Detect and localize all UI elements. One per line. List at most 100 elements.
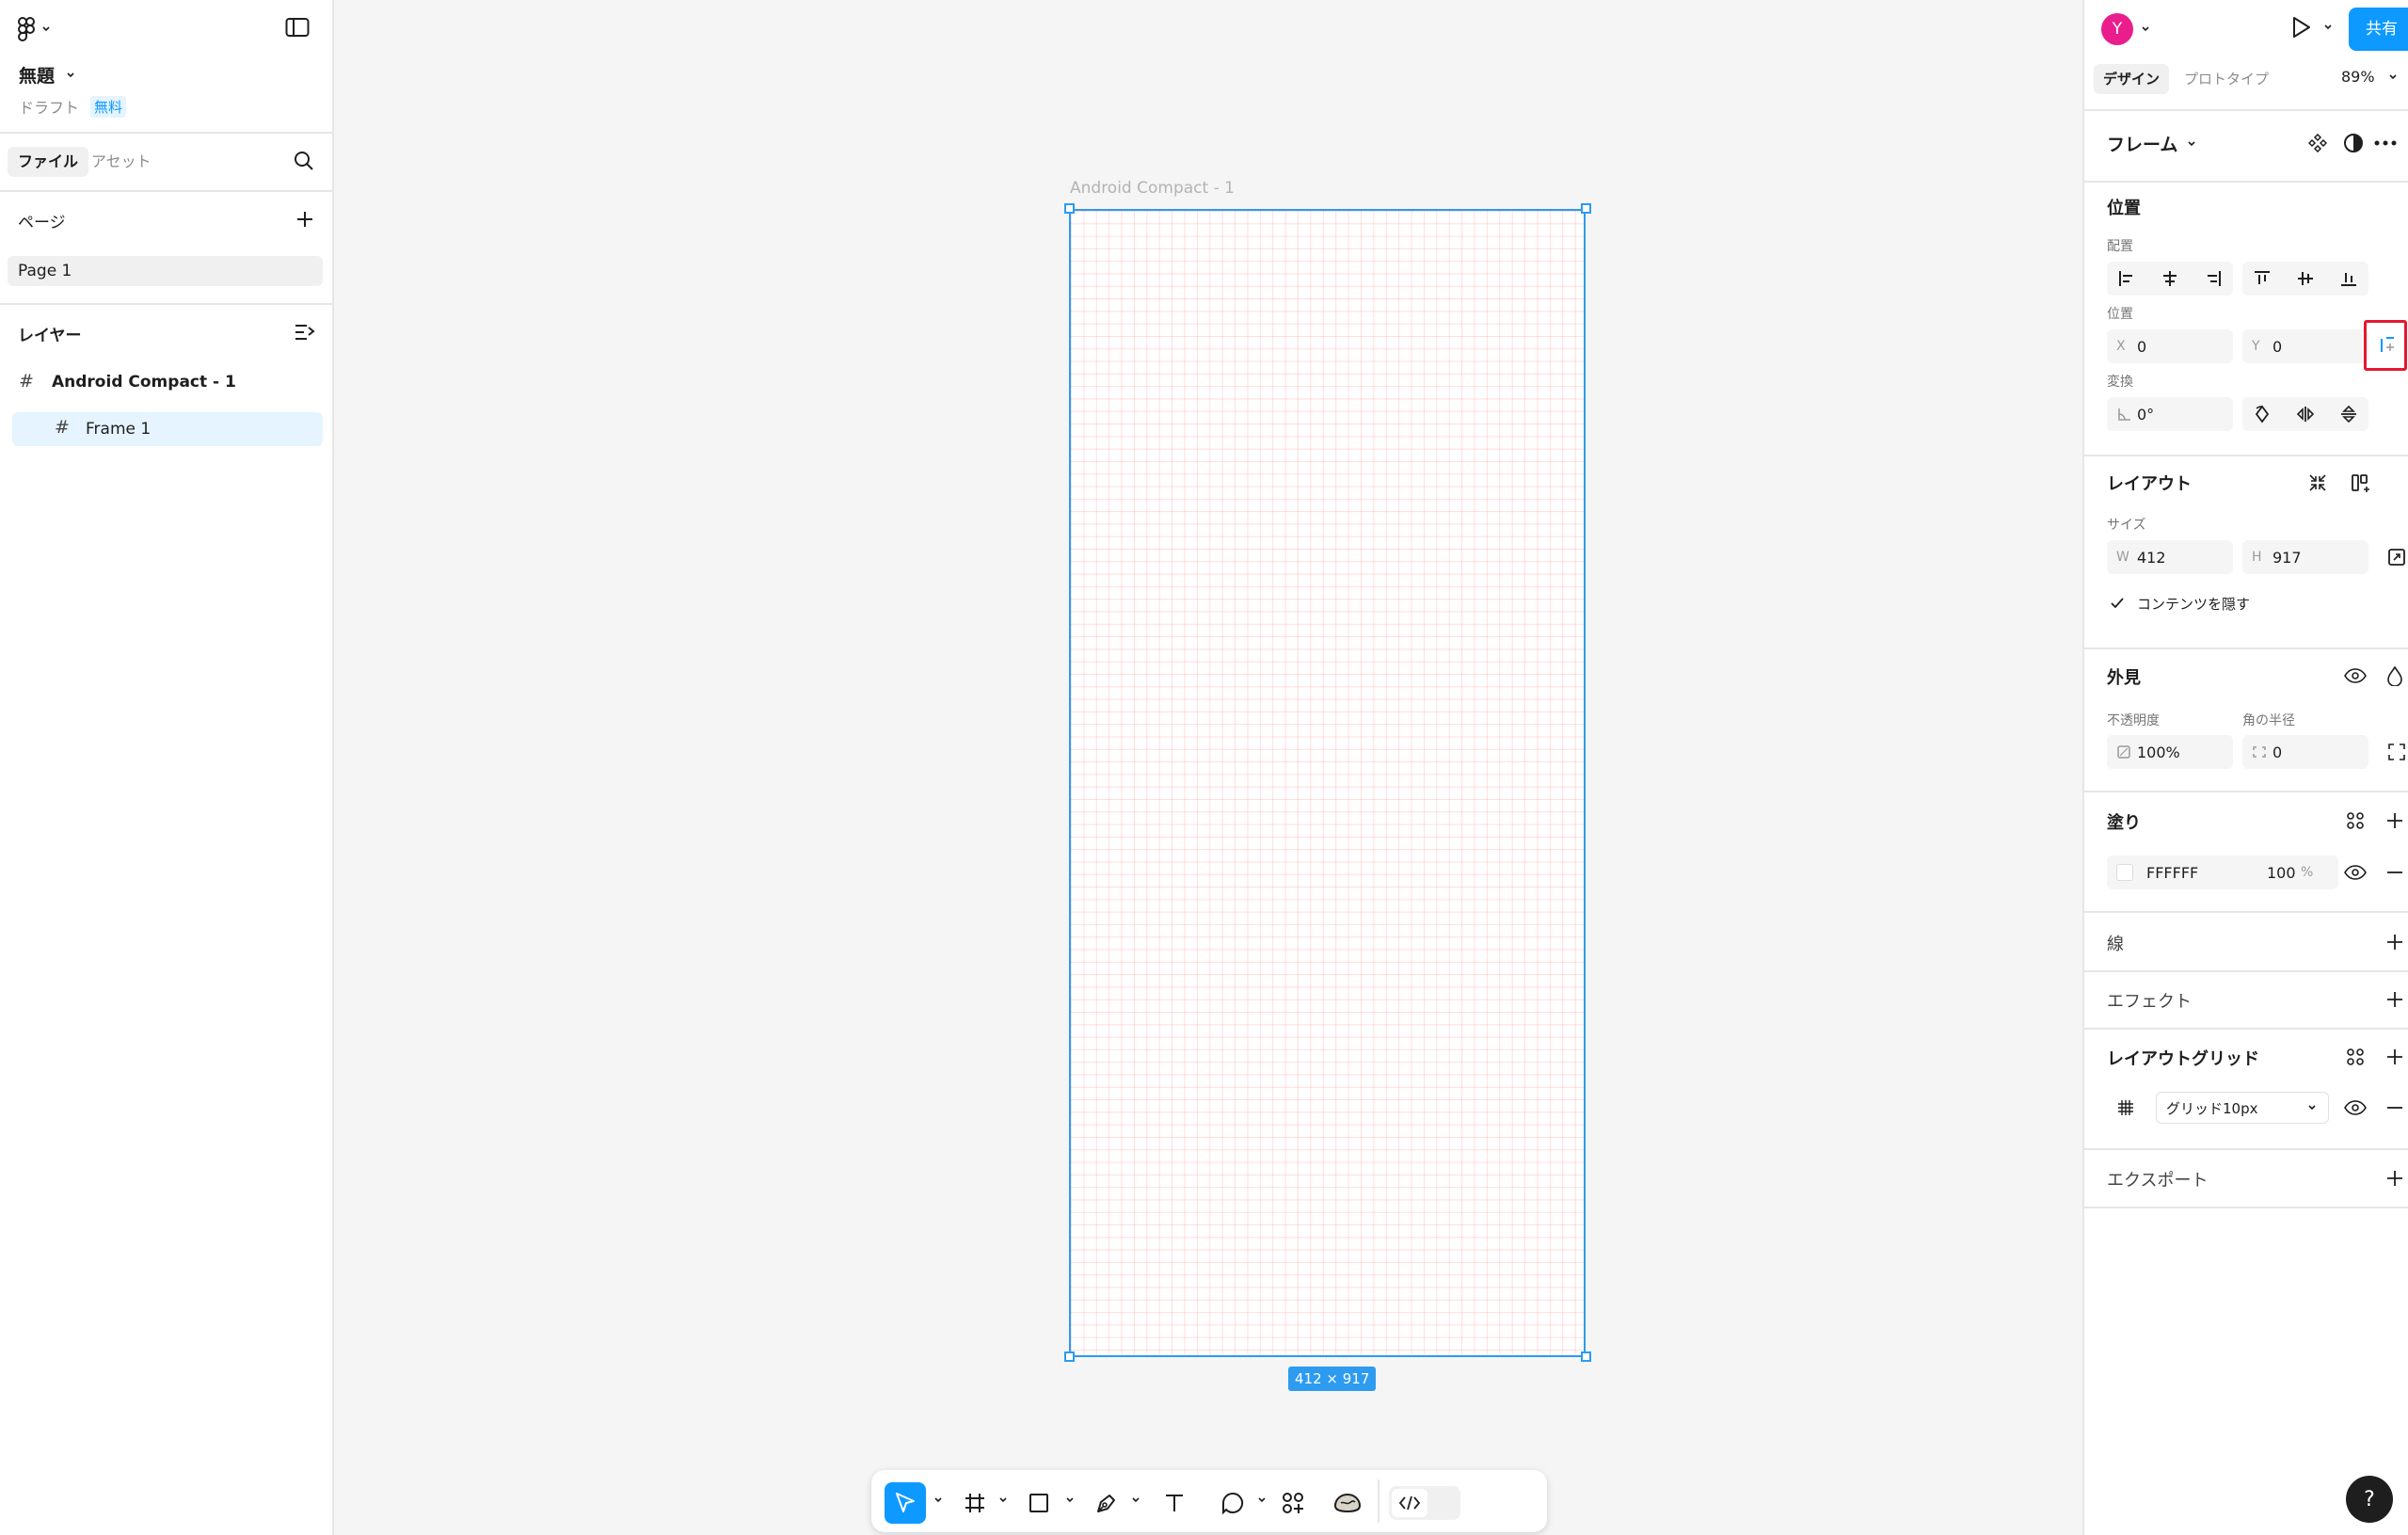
more-options-button[interactable] xyxy=(2370,128,2400,158)
rectangle-icon xyxy=(1029,1494,1048,1512)
rotation-field[interactable]: 0° xyxy=(2107,397,2233,431)
opacity-field[interactable]: 100% xyxy=(2107,735,2233,769)
search-button[interactable] xyxy=(293,150,315,172)
chevron-down-icon[interactable] xyxy=(1257,1495,1267,1505)
remove-fill-button[interactable] xyxy=(2380,857,2408,887)
dev-mode-toggle[interactable] xyxy=(1389,1486,1460,1520)
frame-tool-button[interactable] xyxy=(954,1482,996,1524)
resize-to-fit-button[interactable] xyxy=(2382,542,2408,572)
width-field[interactable]: W 412 xyxy=(2107,540,2233,574)
move-tool-button[interactable] xyxy=(885,1482,926,1524)
plan-badge[interactable]: 無料 xyxy=(90,95,127,118)
add-layout-grid-button[interactable] xyxy=(2380,1042,2408,1072)
height-field[interactable]: H 917 xyxy=(2242,540,2368,574)
flip-horizontal-button[interactable] xyxy=(2290,399,2320,429)
layer-item[interactable]: # Frame 1 xyxy=(12,412,323,446)
rectangle-tool-button[interactable] xyxy=(1018,1482,1060,1524)
shrink-to-content-button[interactable] xyxy=(2303,468,2333,498)
page-item[interactable]: Page 1 xyxy=(8,256,323,286)
align-middle-button[interactable] xyxy=(2290,264,2320,294)
add-page-button[interactable] xyxy=(295,209,315,230)
tab-prototype[interactable]: プロトタイプ xyxy=(2184,64,2269,94)
align-center-horizontal-button[interactable] xyxy=(2155,264,2185,294)
add-fill-button[interactable] xyxy=(2380,806,2408,836)
resize-handle-top-right[interactable] xyxy=(1581,203,1591,214)
blend-mode-button[interactable] xyxy=(2380,661,2408,691)
chevron-down-icon[interactable] xyxy=(998,1495,1008,1505)
comment-tool-button[interactable] xyxy=(1212,1482,1253,1524)
flip-vertical-button[interactable] xyxy=(2334,399,2364,429)
present-button[interactable] xyxy=(2291,15,2333,40)
collapse-layers-icon xyxy=(295,325,315,340)
pen-tool-button[interactable] xyxy=(1086,1482,1127,1524)
mask-button[interactable] xyxy=(2338,128,2368,158)
resize-handle-top-left[interactable] xyxy=(1064,203,1075,214)
right-panel: Y 共有 デザイン プロトタイプ 89% フレーム 位置 配置 位置 X 0 Y… xyxy=(2082,0,2408,1535)
file-title-button[interactable]: 無題 xyxy=(19,62,75,88)
fill-color-field[interactable]: FFFFFF 100 % xyxy=(2107,855,2338,889)
create-component-button[interactable] xyxy=(2303,128,2333,158)
chevron-down-icon[interactable] xyxy=(933,1495,943,1505)
align-left-button[interactable] xyxy=(2112,264,2142,294)
help-button[interactable]: ? xyxy=(2346,1476,2393,1523)
layer-item[interactable]: # Android Compact - 1 xyxy=(8,369,323,397)
pen-icon xyxy=(1097,1495,1115,1512)
grid-settings-button[interactable] xyxy=(2111,1093,2141,1123)
position-section-title: 位置 xyxy=(2107,199,2141,218)
align-bottom-icon xyxy=(2341,273,2356,286)
ai-tool-button[interactable] xyxy=(1327,1482,1368,1524)
chevron-down-icon xyxy=(2188,140,2196,146)
color-swatch[interactable] xyxy=(2116,864,2133,881)
chevron-down-icon[interactable] xyxy=(1065,1495,1075,1505)
drop-icon xyxy=(2387,665,2402,686)
plus-icon xyxy=(297,212,312,227)
align-right-button[interactable] xyxy=(2198,264,2228,294)
actions-button[interactable] xyxy=(1272,1482,1314,1524)
main-menu-button[interactable] xyxy=(17,15,62,43)
fill-visibility-button[interactable] xyxy=(2340,857,2370,887)
y-position-field[interactable]: Y 0 xyxy=(2242,329,2368,363)
constraints-button[interactable] xyxy=(2364,320,2407,371)
x-position-field[interactable]: X 0 xyxy=(2107,329,2233,363)
grid-visibility-button[interactable] xyxy=(2340,1093,2370,1123)
grid-type-dropdown[interactable]: グリッド10px xyxy=(2156,1092,2329,1124)
remove-grid-button[interactable] xyxy=(2380,1093,2408,1123)
add-stroke-button[interactable] xyxy=(2380,927,2408,957)
android-compact-frame[interactable] xyxy=(1069,209,1586,1357)
resize-handle-bottom-left[interactable] xyxy=(1064,1351,1075,1362)
text-tool-button[interactable] xyxy=(1154,1482,1195,1524)
rotation-value: 0° xyxy=(2137,405,2155,424)
toggle-visibility-button[interactable] xyxy=(2340,661,2370,691)
clip-content-checkbox[interactable]: コンテンツを隠す xyxy=(2107,593,2250,614)
user-avatar-button[interactable]: Y xyxy=(2101,13,2150,45)
frame-name-label[interactable]: Android Compact - 1 xyxy=(1070,179,1235,198)
rotate-button[interactable] xyxy=(2247,399,2277,429)
resize-handle-bottom-right[interactable] xyxy=(1581,1351,1591,1362)
chevron-down-icon[interactable] xyxy=(1131,1495,1140,1505)
align-top-button[interactable] xyxy=(2247,264,2277,294)
add-export-button[interactable] xyxy=(2380,1163,2408,1193)
share-button[interactable]: 共有 xyxy=(2349,8,2408,51)
auto-layout-button[interactable] xyxy=(2346,468,2376,498)
add-effect-button[interactable] xyxy=(2380,984,2408,1015)
zoom-dropdown[interactable]: 89% xyxy=(2341,68,2398,86)
tab-assets[interactable]: アセット xyxy=(91,147,151,177)
corner-radius-field[interactable]: 0 xyxy=(2242,735,2368,769)
toggle-sidebar-button[interactable] xyxy=(285,17,310,38)
grid-styles-button[interactable] xyxy=(2340,1042,2370,1072)
bottom-toolbar xyxy=(871,1470,1547,1532)
size-label: サイズ xyxy=(2107,518,2146,533)
align-label: 配置 xyxy=(2107,239,2133,254)
file-location[interactable]: ドラフト xyxy=(19,95,79,118)
tab-files[interactable]: ファイル xyxy=(8,147,89,177)
independent-corners-button[interactable] xyxy=(2382,737,2408,767)
layer-item-label: Android Compact - 1 xyxy=(52,373,236,392)
tab-design[interactable]: デザイン xyxy=(2094,64,2170,94)
align-top-icon xyxy=(2255,271,2270,284)
transform-label: 変換 xyxy=(2107,375,2133,390)
fill-styles-button[interactable] xyxy=(2340,806,2370,836)
frame-type-dropdown[interactable]: フレーム xyxy=(2107,131,2196,156)
clip-content-label: コンテンツを隠す xyxy=(2137,595,2251,613)
collapse-layers-button[interactable] xyxy=(294,322,316,343)
align-bottom-button[interactable] xyxy=(2334,264,2364,294)
